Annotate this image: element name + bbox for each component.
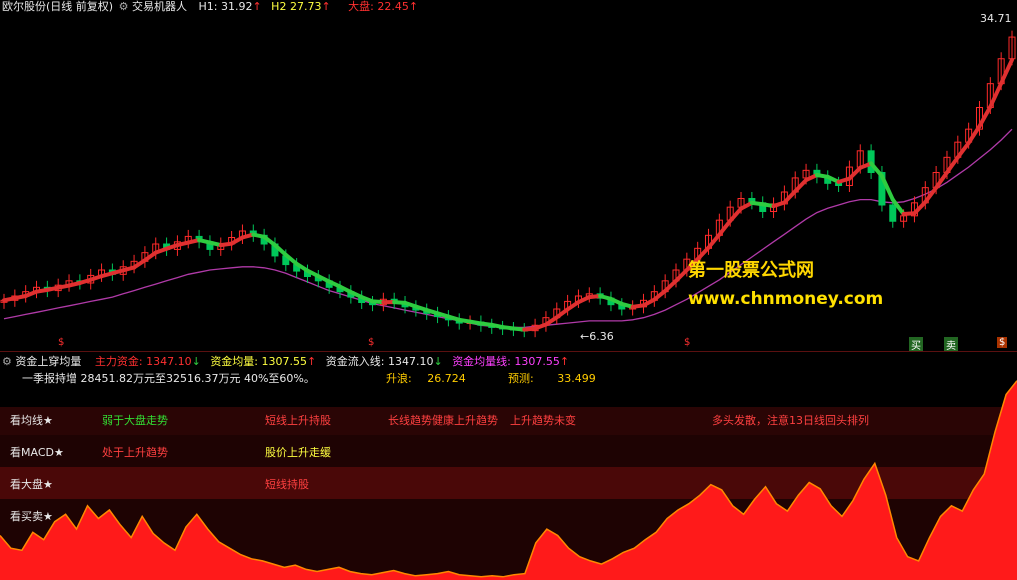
up-arrow-icon: ↑ <box>559 355 570 368</box>
h1-value: 31.92 <box>220 0 253 13</box>
ma-ribbon-segment <box>728 206 744 223</box>
price-low-value: 6.36 <box>589 330 614 343</box>
rise-wave-value: 26.724 <box>427 372 466 385</box>
ma-ribbon-segment <box>988 81 1004 109</box>
up-arrow-icon: ↑ <box>321 0 331 13</box>
fund-average-line-item: 资金均量线: 1307.55↑ <box>452 355 569 368</box>
fund-inflow-value: 1347.10 <box>387 355 434 368</box>
up-arrow-icon: ↑ <box>307 355 317 368</box>
ma-ribbon-segment <box>923 185 939 205</box>
h1-label: H1: <box>198 0 218 13</box>
row-macd-cell-2: 股价上升走缓 <box>265 446 331 459</box>
fund-average-item: 资金均量: 1307.55↑ <box>210 355 316 368</box>
row-label-macd[interactable]: 看MACD★ <box>10 444 64 460</box>
ma-ribbon-segment <box>793 178 809 194</box>
row-market-cell-1: 短线持股 <box>265 478 309 491</box>
fund-average-value: 1307.55 <box>261 355 308 368</box>
up-arrow-icon: ↑ <box>408 0 419 13</box>
ma-ribbon-segment <box>977 104 993 129</box>
row-ma-cell-5: 多头发散，注意13日线回头排列 <box>712 414 869 427</box>
price-low-label: ←6.36 <box>580 330 614 343</box>
header-bar: 欧尔股份(日线 前复权) ⚙ 交易机器人 H1: 31.92↑ H2 27.73… <box>2 0 418 14</box>
ma-ribbon-segment <box>652 288 668 302</box>
row-label-trade[interactable]: 看买卖★ <box>10 508 53 524</box>
price-high-label: 34.71 <box>980 12 1012 25</box>
ma-ribbon-segment <box>955 140 971 160</box>
ma-ribbon-segment <box>782 189 798 205</box>
left-arrow-icon: ← <box>580 330 590 343</box>
market-value: 22.45 <box>377 0 409 13</box>
signal-marker: $ <box>368 337 375 348</box>
candle-body <box>889 204 897 222</box>
ma-ribbon-segment <box>663 278 678 293</box>
main-fund-item: 主力资金: 1347.10↓ <box>95 355 201 368</box>
market-label: 大盘: <box>348 0 374 13</box>
main-fund-value: 1347.10 <box>146 355 192 368</box>
indicator-name: 交易机器人 <box>131 0 187 13</box>
signal-marker: $ <box>997 337 1008 348</box>
main-fund-label: 主力资金: <box>94 355 143 368</box>
h2-label: H2 <box>271 0 287 13</box>
fund-average-line-value: 1307.55 <box>514 355 560 368</box>
report-info-text: 一季报持增 28451.82万元至32516.37万元 40%至60%。 <box>22 372 315 385</box>
settings-icon[interactable]: ⚙ <box>2 355 12 368</box>
row-label-ma[interactable]: 看均线★ <box>10 412 53 428</box>
down-arrow-icon: ↓ <box>433 355 443 368</box>
ma-ribbon-segment <box>999 57 1014 86</box>
h2-value: 27.73 <box>289 0 322 13</box>
fund-average-line-label: 资金均量线: <box>452 355 511 368</box>
forecast-label: 预测: <box>508 372 534 385</box>
ma-ribbon-segment <box>717 218 733 237</box>
fund-inflow-item: 资金流入线: 1347.10↓ <box>326 355 443 368</box>
row-ma-cell-3: 长线趋势健康上升趋势 <box>388 414 498 427</box>
row-ma-cell-1: 弱于大盘走势 <box>102 414 168 427</box>
ma-ribbon-segment <box>706 232 722 250</box>
indicator-bar-title: 资金上穿均量 <box>15 355 82 368</box>
fund-inflow-label: 资金流入线: <box>325 355 385 368</box>
forecast-value: 33.499 <box>557 372 596 385</box>
gear-icon[interactable]: ⚙ <box>119 0 129 13</box>
watermark-url: www.chnmoney.com <box>688 289 884 309</box>
stock-title: 欧尔股份(日线 前复权) <box>2 0 114 13</box>
ma-ribbon-segment <box>944 155 960 175</box>
down-arrow-icon: ↓ <box>191 355 201 368</box>
rise-wave: 升浪: 26.724 <box>386 370 466 386</box>
signal-marker: $ <box>684 337 691 348</box>
fund-average-label: 资金均量: <box>210 355 259 368</box>
ma-ribbon-segment <box>912 200 928 216</box>
buy-marker: 买 <box>909 337 923 352</box>
row-label-market[interactable]: 看大盘★ <box>10 476 53 492</box>
up-arrow-icon: ↑ <box>252 0 262 13</box>
row-macd-cell-1: 处于上升趋势 <box>102 446 168 459</box>
indicator-bar: ⚙ 资金上穿均量 主力资金: 1347.10↓ 资金均量: 1307.55↑ 资… <box>2 353 569 369</box>
signal-marker: $ <box>58 337 65 348</box>
rise-wave-label: 升浪: <box>386 372 412 385</box>
watermark-title: 第一股票公式网 <box>688 260 814 281</box>
forecast: 预测: 33.499 <box>508 370 596 386</box>
ma-ribbon-segment <box>674 268 689 283</box>
row-ma-cell-2: 短线上升持股 <box>265 414 331 427</box>
ma-ribbon-segment <box>554 307 570 320</box>
sell-marker: 卖 <box>944 337 958 352</box>
ma-ribbon-segment <box>847 165 863 181</box>
panel-divider <box>0 351 1017 352</box>
row-ma-cell-4: 上升趋势未变 <box>510 414 576 427</box>
